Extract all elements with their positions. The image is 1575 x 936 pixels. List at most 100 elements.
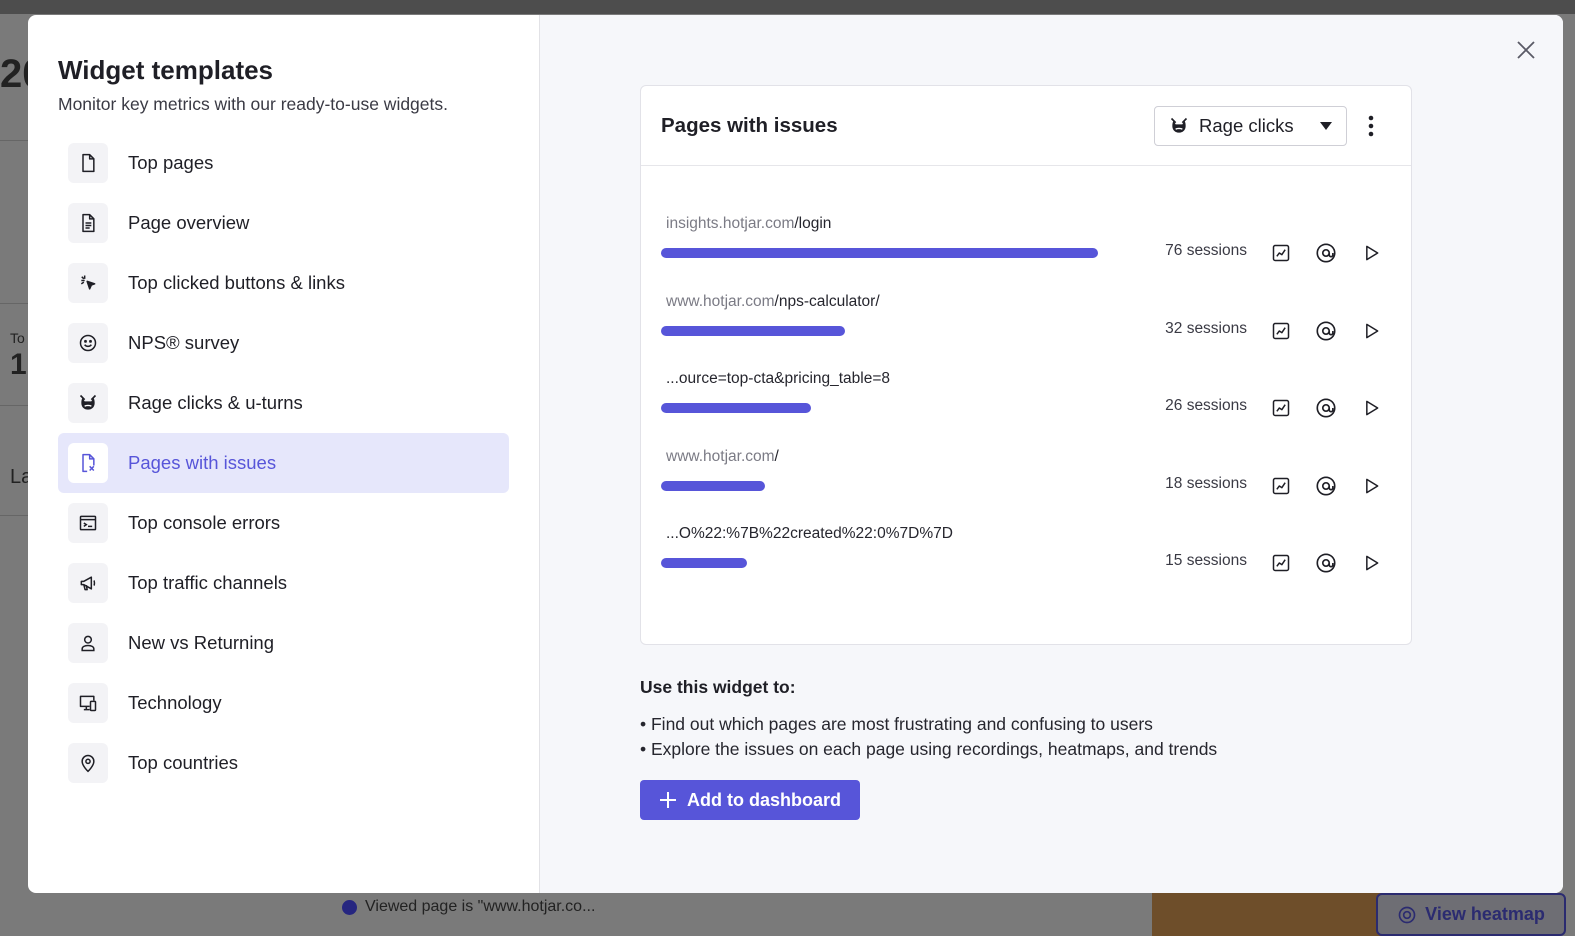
url-domain: www.hotjar.com	[666, 447, 775, 465]
template-list: Top pages Page overview Top clicked butt…	[58, 133, 509, 793]
url-path: /nps-calculator/	[774, 292, 880, 310]
url-path: ...O%22:%7B%22created%22:0%7D%7D	[666, 525, 953, 542]
url-path: ...ource=top-cta&pricing_table=8	[666, 370, 891, 387]
sessions-bar	[661, 325, 845, 336]
view-trend-button[interactable]	[1268, 240, 1294, 266]
usage-item: • Find out which pages are most frustrat…	[640, 714, 1153, 734]
view-trend-button[interactable]	[1268, 473, 1294, 499]
sessions-count: 18 sessions	[1165, 474, 1247, 492]
widget-preview-card: Pages with issues Rage clicks insights.h…	[640, 85, 1412, 645]
template-label: Top traffic channels	[128, 572, 288, 593]
cursor-click-icon	[68, 263, 108, 303]
play-icon	[1361, 553, 1381, 573]
view-heatmap-button[interactable]	[1313, 550, 1339, 576]
widget-menu-button[interactable]	[1359, 112, 1383, 140]
devices-icon	[68, 683, 108, 723]
close-button[interactable]	[1513, 37, 1539, 63]
view-trend-button[interactable]	[1268, 550, 1294, 576]
trend-chart-icon	[1271, 243, 1291, 263]
modal-subtitle: Monitor key metrics with our ready-to-us…	[58, 94, 448, 114]
background-divider	[0, 405, 28, 406]
close-icon	[1517, 41, 1535, 59]
issue-row: www.hotjar.com/nps-calculator/32 session…	[661, 293, 1391, 370]
template-preview-panel: Pages with issues Rage clicks insights.h…	[540, 15, 1563, 893]
add-to-dashboard-label: Add to dashboard	[687, 789, 841, 810]
file-icon	[68, 143, 108, 183]
background-fragment: 1	[10, 348, 27, 381]
issue-row: ...O%22:%7B%22created%22:0%7D%7D 15 sessi…	[661, 525, 1391, 602]
view-heatmap-button[interactable]	[1313, 473, 1339, 499]
template-label: Technology	[128, 692, 222, 713]
angry-face-icon	[1170, 117, 1188, 133]
issue-page-url[interactable]: ...O%22:%7B%22created%22:0%7D%7D	[666, 525, 953, 543]
caret-down-icon	[1320, 122, 1332, 130]
template-item-top-countries[interactable]: Top countries	[58, 733, 509, 793]
issue-page-url[interactable]: www.hotjar.com/nps-calculator/	[666, 293, 880, 311]
template-item-console-errors[interactable]: Top console errors	[58, 493, 509, 553]
sessions-count: 15 sessions	[1165, 552, 1247, 569]
view-heatmap-button[interactable]: View heatmap	[1376, 893, 1566, 936]
angry-face-icon	[68, 383, 108, 423]
issue-page-url[interactable]: www.hotjar.com/	[666, 448, 779, 466]
sessions-count: 32 sessions	[1165, 319, 1247, 337]
sessions-bar	[661, 248, 1098, 258]
view-trend-button[interactable]	[1268, 395, 1294, 421]
heatmap-icon	[1315, 320, 1337, 342]
sessions-count: 26 sessions	[1165, 397, 1247, 414]
sessions-bar-track	[661, 403, 1101, 413]
play-recording-button[interactable]	[1358, 240, 1384, 266]
view-heatmap-button[interactable]	[1313, 318, 1339, 344]
template-label: Page overview	[128, 212, 250, 233]
file-error-icon	[68, 443, 108, 483]
url-domain: insights.hotjar.com	[666, 215, 795, 232]
template-item-top-clicked[interactable]: Top clicked buttons & links	[58, 253, 509, 313]
play-icon	[1361, 243, 1381, 263]
play-icon	[1361, 476, 1381, 496]
play-icon	[1361, 398, 1381, 418]
background-divider	[0, 515, 28, 516]
background-divider	[0, 140, 28, 141]
view-heatmap-button[interactable]	[1313, 395, 1339, 421]
issue-row: www.hotjar.com/18 sessions	[661, 448, 1391, 525]
template-item-rage-clicks[interactable]: Rage clicks & u-turns	[58, 373, 509, 433]
sessions-count: 76 sessions	[1165, 242, 1247, 259]
play-recording-button[interactable]	[1358, 318, 1384, 344]
sessions-bar-track	[661, 325, 1101, 336]
template-item-page-overview[interactable]: Page overview	[58, 193, 509, 253]
template-item-technology[interactable]: Technology	[58, 673, 509, 733]
issue-page-url[interactable]: insights.hotjar.com/login	[666, 215, 831, 233]
issue-type-dropdown[interactable]: Rage clicks	[1154, 106, 1347, 146]
template-label: Top pages	[128, 152, 214, 173]
sessions-bar-track	[661, 558, 1101, 568]
template-label: Top clicked buttons & links	[128, 272, 345, 293]
sessions-bar	[661, 480, 765, 491]
template-item-top-pages[interactable]: Top pages	[58, 133, 509, 193]
template-item-new-vs-returning[interactable]: New vs Returning	[58, 613, 509, 673]
usage-title: Use this widget to:	[640, 677, 796, 697]
template-item-pages-with-issues[interactable]: Pages with issues	[58, 433, 509, 493]
plus-icon	[660, 792, 676, 808]
background-divider	[0, 303, 28, 304]
play-icon	[1361, 321, 1381, 341]
template-item-nps-survey[interactable]: NPS® survey	[58, 313, 509, 373]
sessions-bar	[661, 403, 811, 413]
status-dot-icon	[342, 899, 357, 915]
heatmap-icon	[1315, 397, 1337, 419]
issue-page-url[interactable]: ...ource=top-cta&pricing_table=8	[666, 370, 890, 388]
megaphone-icon	[68, 563, 108, 603]
heatmap-icon	[1398, 906, 1416, 923]
view-heatmap-button[interactable]	[1313, 240, 1339, 266]
play-recording-button[interactable]	[1358, 395, 1384, 421]
add-to-dashboard-button[interactable]: Add to dashboard	[640, 780, 860, 820]
more-vertical-icon	[1368, 115, 1374, 137]
usage-list: • Find out which pages are most frustrat…	[640, 712, 1217, 762]
template-item-traffic-channels[interactable]: Top traffic channels	[58, 553, 509, 613]
play-recording-button[interactable]	[1358, 550, 1384, 576]
view-trend-button[interactable]	[1268, 318, 1294, 344]
modal-title: Widget templates	[58, 55, 274, 85]
heatmap-icon	[1315, 242, 1337, 264]
heatmap-icon	[1315, 475, 1337, 497]
templates-sidebar: Widget templates Monitor key metrics wit…	[28, 15, 540, 893]
widget-header: Pages with issues Rage clicks	[641, 86, 1411, 166]
play-recording-button[interactable]	[1358, 473, 1384, 499]
